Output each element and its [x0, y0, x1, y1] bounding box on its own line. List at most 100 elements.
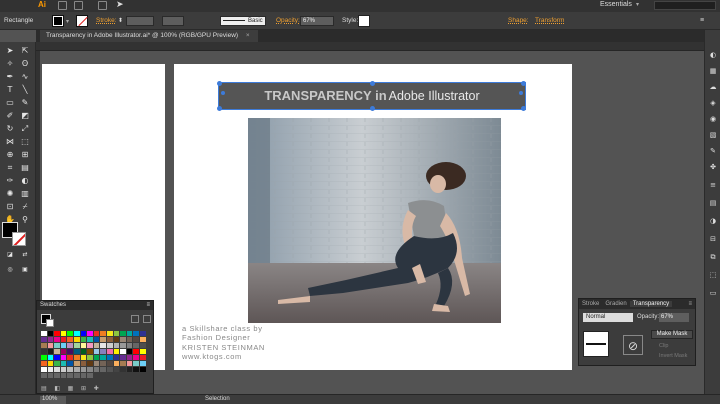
tab-transparency[interactable]: Transparency: [629, 301, 673, 307]
brushes-icon[interactable]: ✎: [708, 146, 718, 156]
screen-mode-icon[interactable]: ▣: [18, 264, 32, 275]
magic-wand-icon[interactable]: ✧: [3, 58, 17, 69]
swatch[interactable]: [87, 373, 94, 379]
swatch[interactable]: [93, 367, 101, 373]
transform-panel-icon[interactable]: ⬚: [708, 270, 718, 280]
swatch[interactable]: [133, 367, 140, 373]
eraser-icon[interactable]: ◩: [18, 110, 32, 121]
zoom-icon[interactable]: ⚲: [18, 214, 32, 225]
panel-menu-icon[interactable]: ≡: [146, 301, 150, 310]
selection-handle[interactable]: [217, 81, 222, 86]
swatch[interactable]: [73, 373, 81, 379]
gradient-panel-icon[interactable]: ▤: [708, 198, 718, 208]
invert-mask-checkbox[interactable]: Invert Mask: [659, 353, 687, 359]
swatch[interactable]: [67, 373, 74, 379]
swatch[interactable]: [106, 367, 114, 373]
selection-handle[interactable]: [521, 81, 526, 86]
stroke-panel-icon[interactable]: ≡: [708, 180, 718, 190]
make-mask-button[interactable]: Make Mask: [651, 330, 693, 339]
swatch[interactable]: [80, 373, 88, 379]
swatch[interactable]: [113, 367, 121, 373]
symbols-icon[interactable]: ✤: [708, 162, 718, 172]
swatches-panel-header[interactable]: Swatches ≡: [37, 301, 153, 310]
artboards-panel-icon[interactable]: ▭: [708, 288, 718, 298]
shape-label[interactable]: Shape:: [508, 17, 529, 24]
transparency-opacity-field[interactable]: 67%: [659, 313, 689, 322]
thumbnail-view-icon[interactable]: [143, 315, 151, 323]
tab-document[interactable]: Transparency in Adobe Illustrator.ai* @ …: [40, 30, 258, 42]
shape-builder-icon[interactable]: ⊕: [3, 149, 17, 160]
swatch[interactable]: [47, 373, 55, 379]
swatch[interactable]: [41, 373, 48, 379]
send-icon[interactable]: ➤: [116, 0, 124, 10]
list-view-icon[interactable]: [131, 315, 139, 323]
appearance-icon[interactable]: ◉: [708, 114, 718, 124]
transform-label[interactable]: Transform: [535, 17, 564, 24]
fill-swatch[interactable]: [52, 15, 64, 27]
lasso-icon[interactable]: ʘ: [18, 58, 32, 69]
artboard-icon[interactable]: ⊡: [3, 201, 17, 212]
dancer-photo[interactable]: [248, 118, 501, 323]
selection-handle[interactable]: [519, 91, 523, 95]
workspace-switcher[interactable]: Essentials: [600, 1, 632, 8]
artboard-main[interactable]: TRANSPARENCY in Adobe Illustrator a Skil…: [174, 64, 572, 370]
free-transform-icon[interactable]: ⬚: [18, 136, 32, 147]
line-tool-icon[interactable]: ╲: [18, 84, 32, 95]
swatch-actions[interactable]: ▤ ◧ ▦ ⊞ ✚: [41, 385, 102, 392]
slice-icon[interactable]: ⌿: [18, 201, 32, 212]
scale-icon[interactable]: ⤢: [18, 123, 32, 134]
object-thumbnail[interactable]: [583, 331, 609, 357]
rectangle-tool-icon[interactable]: ▭: [3, 97, 17, 108]
clip-checkbox[interactable]: Clip: [659, 343, 668, 349]
selection-handle[interactable]: [370, 81, 375, 86]
opacity-field[interactable]: 67%: [300, 16, 334, 26]
width-icon[interactable]: ⋈: [3, 136, 17, 147]
pen-tool-icon[interactable]: ✒: [3, 71, 17, 82]
color-panel-icon[interactable]: ◐: [708, 50, 718, 60]
stroke-swatch[interactable]: [76, 15, 88, 27]
swatch[interactable]: [100, 367, 107, 373]
swatch-stroke-box[interactable]: [46, 319, 54, 327]
align-icon[interactable]: ⊟: [708, 234, 718, 244]
default-colors-icon[interactable]: ◪: [3, 249, 17, 260]
pathfinder-icon[interactable]: ⧉: [708, 252, 718, 262]
stroke-weight-field[interactable]: [126, 16, 154, 26]
selection-handle[interactable]: [521, 106, 526, 111]
rotate-icon[interactable]: ↻: [3, 123, 17, 134]
blend-mode-select[interactable]: Normal: [583, 313, 633, 322]
graphic-styles-icon[interactable]: ▧: [708, 130, 718, 140]
swatch[interactable]: [60, 373, 68, 379]
graph-icon[interactable]: ▥: [18, 188, 32, 199]
blend-icon[interactable]: ◐: [18, 175, 32, 186]
swatch[interactable]: [139, 367, 147, 373]
selection-tool-icon[interactable]: ➤: [3, 45, 17, 56]
type-tool-icon[interactable]: T: [3, 84, 17, 95]
tab-stroke[interactable]: Stroke: [579, 301, 602, 307]
horizontal-ruler[interactable]: [36, 42, 704, 51]
panel-menu-icon[interactable]: ≡: [685, 299, 695, 309]
selection-handle[interactable]: [217, 106, 222, 111]
stroke-color-box[interactable]: [12, 232, 26, 246]
direct-selection-icon[interactable]: ⇱: [18, 45, 32, 56]
swap-colors-icon[interactable]: ⇄: [18, 249, 32, 260]
perspective-icon[interactable]: ⊞: [18, 149, 32, 160]
variable-width-field[interactable]: [162, 16, 184, 26]
selection-handle[interactable]: [221, 91, 225, 95]
libraries-icon[interactable]: ☁: [708, 82, 718, 92]
menu-icon[interactable]: ≡: [700, 17, 704, 24]
color-guide-icon[interactable]: ▦: [708, 66, 718, 76]
close-icon[interactable]: ×: [246, 32, 250, 39]
tab-gradient[interactable]: Gradien: [602, 301, 629, 307]
brush-definition-dropdown[interactable]: Basic: [220, 16, 266, 26]
mesh-icon[interactable]: ⌗: [3, 162, 17, 173]
opacity-label[interactable]: Opacity:: [276, 17, 300, 24]
stroke-label[interactable]: Stroke:: [96, 17, 117, 24]
eyedropper-icon[interactable]: ✑: [3, 175, 17, 186]
drawing-mode-icon[interactable]: ◎: [3, 264, 17, 275]
stroke-stepper-icon[interactable]: ⬍: [118, 17, 123, 24]
zoom-field[interactable]: 100%: [40, 396, 66, 404]
fill-dropdown-icon[interactable]: ▾: [66, 18, 69, 25]
gradient-icon[interactable]: ▤: [18, 162, 32, 173]
bridge-icon[interactable]: [58, 1, 67, 10]
symbol-sprayer-icon[interactable]: ✺: [3, 188, 17, 199]
